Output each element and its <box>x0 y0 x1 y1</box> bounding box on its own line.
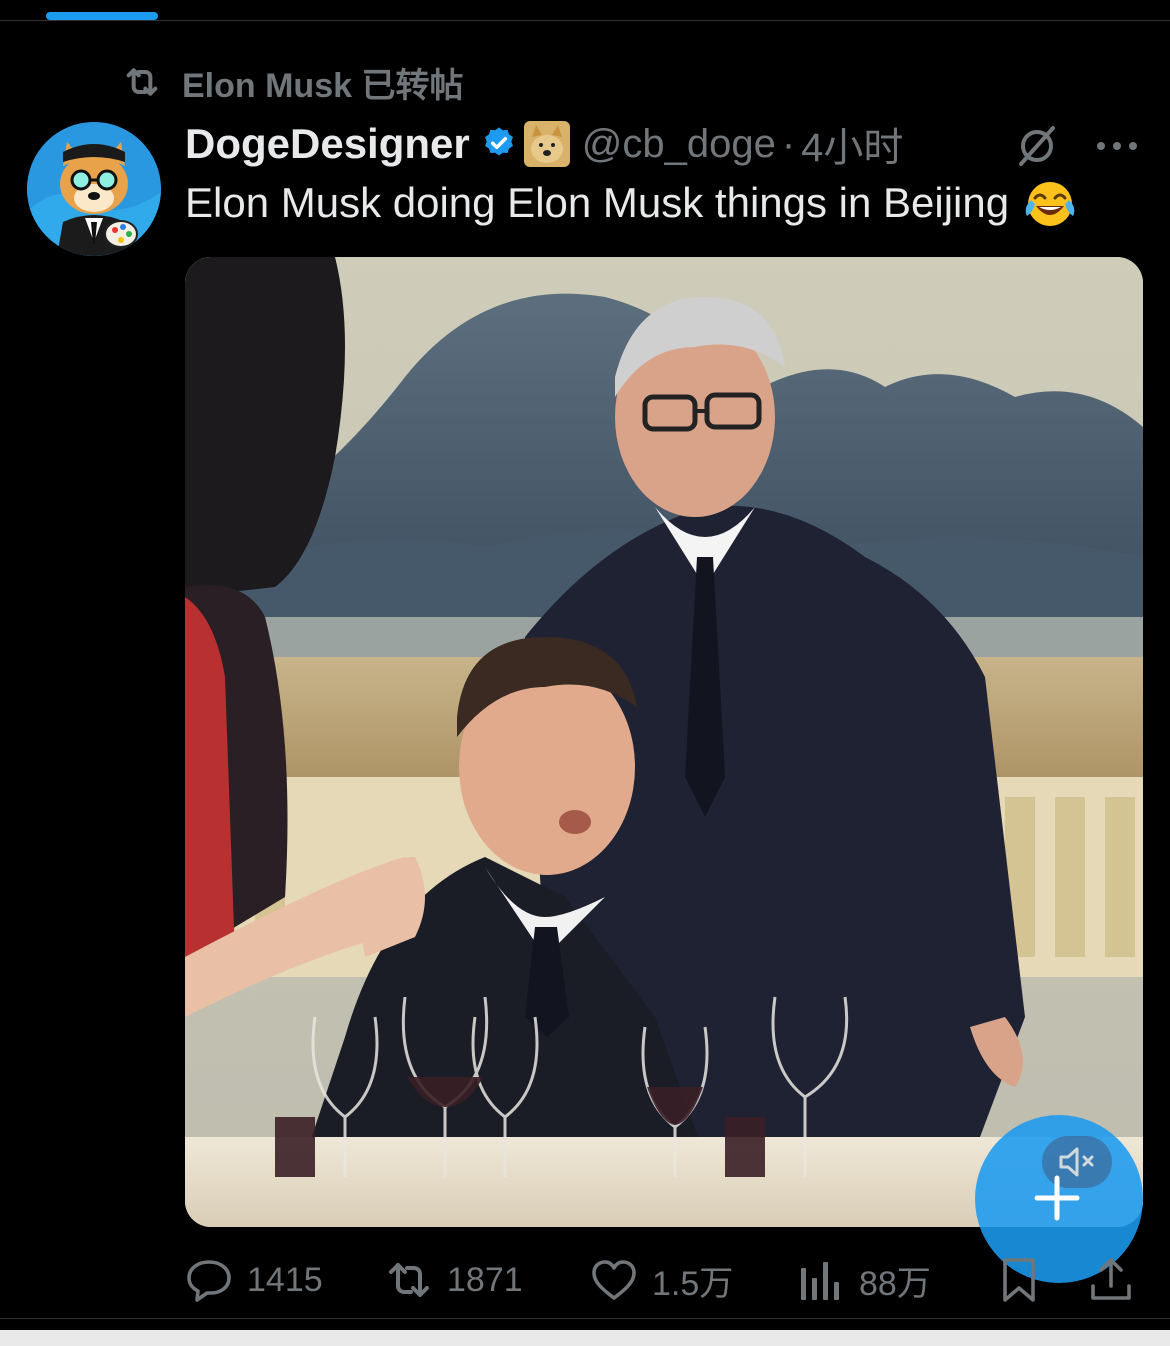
repost-icon <box>126 68 158 96</box>
like-button[interactable]: 1.5万 <box>590 1252 733 1308</box>
more-options-icon[interactable] <box>1091 122 1143 170</box>
tweet-header: DogeDesigner @cb_doge · 4小时 <box>185 118 1145 170</box>
bookmark-button[interactable] <box>995 1252 1043 1308</box>
display-name[interactable]: DogeDesigner <box>185 120 470 168</box>
video-player[interactable] <box>185 257 1143 1227</box>
views-icon <box>801 1262 839 1300</box>
like-count: 1.5万 <box>652 1264 734 1303</box>
plus-icon[interactable] <box>1033 1174 1081 1222</box>
avatar[interactable] <box>27 122 161 256</box>
divider <box>0 20 1170 21</box>
reply-count: 1415 <box>247 1260 323 1299</box>
reply-icon <box>187 1260 231 1302</box>
doge-avatar-image <box>27 122 161 256</box>
share-icon <box>1091 1258 1131 1300</box>
tweet-body: Elon Musk doing Elon Musk things in Beij… <box>185 179 1010 226</box>
reply-button[interactable]: 1415 <box>185 1252 323 1308</box>
tab-indicator <box>46 12 158 20</box>
timestamp[interactable]: 4小时 <box>801 115 903 173</box>
doge-affiliate-badge-icon <box>523 121 570 167</box>
tweet-text: Elon Musk doing Elon Musk things in Beij… <box>185 176 1077 230</box>
video-frame-image <box>185 257 1143 1227</box>
face-with-tears-of-joy-emoji-icon <box>1025 182 1075 226</box>
grok-icon[interactable] <box>1013 122 1061 170</box>
views-count: 88万 <box>859 1264 931 1303</box>
divider <box>0 1318 1170 1319</box>
repost-button[interactable]: 1871 <box>385 1252 523 1308</box>
repost-count: 1871 <box>447 1260 523 1299</box>
views-button[interactable]: 88万 <box>797 1252 931 1308</box>
verified-badge-icon <box>484 127 513 156</box>
bookmark-icon <box>1003 1258 1035 1302</box>
handle[interactable]: @cb_doge <box>582 122 776 167</box>
action-bar: 1415 1871 1.5万 88万 <box>185 1252 1145 1312</box>
repost-label: Elon Musk 已转帖 <box>182 66 464 105</box>
separator: · <box>781 121 796 166</box>
repost-context[interactable]: Elon Musk 已转帖 <box>120 60 464 105</box>
repost-icon <box>389 1263 429 1297</box>
heart-icon <box>592 1260 636 1300</box>
share-button[interactable] <box>1087 1252 1135 1308</box>
next-post-edge <box>0 1330 1170 1346</box>
